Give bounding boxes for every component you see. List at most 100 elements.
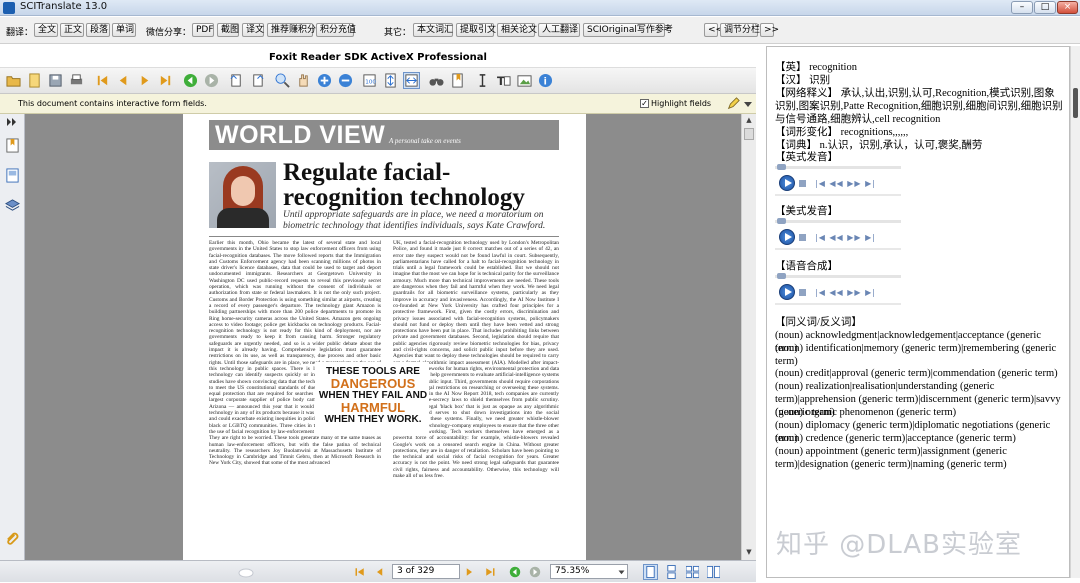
highlight-color-icon[interactable]: [726, 97, 740, 111]
last-page-icon[interactable]: [158, 73, 173, 88]
rotate-right-icon[interactable]: [250, 73, 265, 88]
vocabulary-button[interactable]: 本文词汇: [413, 23, 453, 37]
dictionary-panel: 【英】 recognition 【汉】 识别 【网络释义】 承认,认出,识别,认…: [766, 46, 1070, 578]
translate-word-button[interactable]: 单词: [112, 23, 136, 37]
share-translation-button[interactable]: 译文: [242, 23, 264, 37]
zoom-level-field[interactable]: 75.35%: [550, 564, 628, 579]
next-split-button[interactable]: >>: [760, 23, 779, 37]
actual-size-icon[interactable]: 100: [362, 73, 377, 88]
prev-split-button[interactable]: <<: [704, 23, 723, 37]
fit-width-icon[interactable]: [403, 72, 420, 89]
next-page-icon[interactable]: [463, 566, 475, 578]
facing-pages-icon[interactable]: [686, 565, 699, 579]
translate-paragraph-button[interactable]: 段落: [86, 23, 110, 37]
go-back-icon[interactable]: [183, 73, 198, 88]
tts-audio-player[interactable]: |◀ ◀◀ ▶▶ ▶|: [775, 273, 901, 309]
translate-body-button[interactable]: 正文: [60, 23, 84, 37]
translate-full-button[interactable]: 全文: [34, 23, 58, 37]
seek-track[interactable]: [775, 273, 901, 279]
single-page-icon[interactable]: [643, 564, 658, 580]
continuous-facing-icon[interactable]: [707, 565, 720, 579]
sci-original-writing-button[interactable]: SCIOriginal写作参考: [583, 23, 673, 37]
chevron-down-icon[interactable]: [618, 569, 625, 575]
about-icon[interactable]: i: [538, 73, 553, 88]
snapshot-icon[interactable]: [517, 73, 532, 88]
page-number-field[interactable]: 3 of 329: [392, 564, 460, 579]
go-forward-icon[interactable]: [204, 73, 219, 88]
hand-tool-icon[interactable]: [296, 73, 311, 88]
thumbnails-panel-icon[interactable]: [5, 168, 20, 183]
prev-page-icon[interactable]: [374, 566, 386, 578]
bookmarks-panel-icon[interactable]: [5, 138, 20, 153]
extract-citations-button[interactable]: 提取引文: [456, 23, 496, 37]
english-word: 【英】 recognition: [775, 62, 857, 73]
open-file-icon[interactable]: [27, 73, 42, 88]
stop-icon[interactable]: [799, 234, 806, 241]
playback-controls[interactable]: |◀ ◀◀ ▶▶ ▶|: [815, 180, 876, 188]
pdf-page: WORLD VIEW A personal take on events Reg…: [183, 114, 586, 560]
adjust-split-button[interactable]: 调节分栏: [720, 23, 760, 37]
zoom-tool-icon[interactable]: [275, 73, 290, 88]
attachments-panel-icon[interactable]: [5, 532, 20, 547]
find-icon[interactable]: [429, 73, 444, 88]
related-papers-button[interactable]: 相关论文: [497, 23, 537, 37]
close-button[interactable]: ×: [1057, 1, 1078, 14]
stop-icon[interactable]: [799, 180, 806, 187]
recharge-points-button[interactable]: 积分充值: [316, 23, 356, 37]
dictionary-scrollbar[interactable]: [1070, 46, 1080, 578]
continuous-page-icon[interactable]: [665, 565, 678, 579]
go-back-icon[interactable]: [509, 566, 521, 578]
article-headline: Regulate facial-recognition technology: [283, 159, 525, 211]
print-icon[interactable]: [69, 73, 84, 88]
synonym-item: (noun) appointment (generic term)|assign…: [775, 446, 1007, 470]
open-folder-icon[interactable]: [6, 73, 21, 88]
seek-track[interactable]: [775, 218, 901, 224]
minimize-button[interactable]: –: [1011, 1, 1033, 14]
save-icon[interactable]: [48, 73, 63, 88]
pdf-viewer-title: Foxit Reader SDK ActiveX Professional: [269, 52, 487, 63]
seek-knob[interactable]: [777, 218, 786, 224]
rotate-left-icon[interactable]: [229, 73, 244, 88]
stop-icon[interactable]: [799, 289, 806, 296]
human-translation-button[interactable]: 人工翻译: [538, 23, 580, 37]
window-title: SCITranslate 13.0: [20, 1, 108, 12]
play-icon[interactable]: [779, 229, 795, 245]
scroll-down-icon[interactable]: ▼: [744, 548, 754, 557]
prev-page-icon[interactable]: [116, 73, 131, 88]
seek-track[interactable]: [775, 164, 901, 170]
share-pdf-button[interactable]: PDF: [192, 23, 214, 37]
go-forward-icon[interactable]: [529, 566, 541, 578]
share-screenshot-button[interactable]: 截图: [217, 23, 239, 37]
seek-knob[interactable]: [777, 164, 786, 170]
zoom-out-icon[interactable]: [338, 73, 353, 88]
zoom-in-icon[interactable]: [317, 73, 332, 88]
world-view-banner: WORLD VIEW A personal take on events: [209, 120, 559, 150]
play-icon[interactable]: [779, 284, 795, 300]
play-icon[interactable]: [779, 175, 795, 191]
playback-controls[interactable]: |◀ ◀◀ ▶▶ ▶|: [815, 234, 876, 242]
document-scrollbar[interactable]: ▲ ▼: [741, 114, 756, 560]
expand-panel-icon[interactable]: [7, 118, 17, 126]
first-page-icon[interactable]: [95, 73, 110, 88]
first-page-icon[interactable]: [354, 566, 366, 578]
maximize-button[interactable]: □: [1034, 1, 1056, 14]
highlight-fields-checkbox[interactable]: ✓: [640, 99, 649, 108]
layers-panel-icon[interactable]: [5, 198, 20, 213]
us-audio-player[interactable]: |◀ ◀◀ ▶▶ ▶|: [775, 218, 901, 254]
last-page-icon[interactable]: [484, 566, 496, 578]
scroll-thumb[interactable]: [744, 128, 754, 140]
uk-audio-player[interactable]: |◀ ◀◀ ▶▶ ▶|: [775, 164, 901, 200]
translate-label: 翻译：: [6, 28, 34, 38]
bookmark-icon[interactable]: [450, 73, 465, 88]
select-text-icon[interactable]: [475, 73, 490, 88]
player-bottom-bar: [775, 248, 901, 250]
chevron-down-icon[interactable]: [744, 100, 752, 108]
playback-controls[interactable]: |◀ ◀◀ ▶▶ ▶|: [815, 289, 876, 297]
fit-page-icon[interactable]: [383, 73, 398, 88]
seek-knob[interactable]: [777, 273, 786, 279]
scroll-up-icon[interactable]: ▲: [744, 116, 754, 125]
next-page-icon[interactable]: [137, 73, 152, 88]
scroll-thumb[interactable]: [1073, 88, 1078, 118]
typewriter-icon[interactable]: T: [496, 73, 511, 88]
refer-earn-points-button[interactable]: 推荐赚积分: [267, 23, 316, 37]
